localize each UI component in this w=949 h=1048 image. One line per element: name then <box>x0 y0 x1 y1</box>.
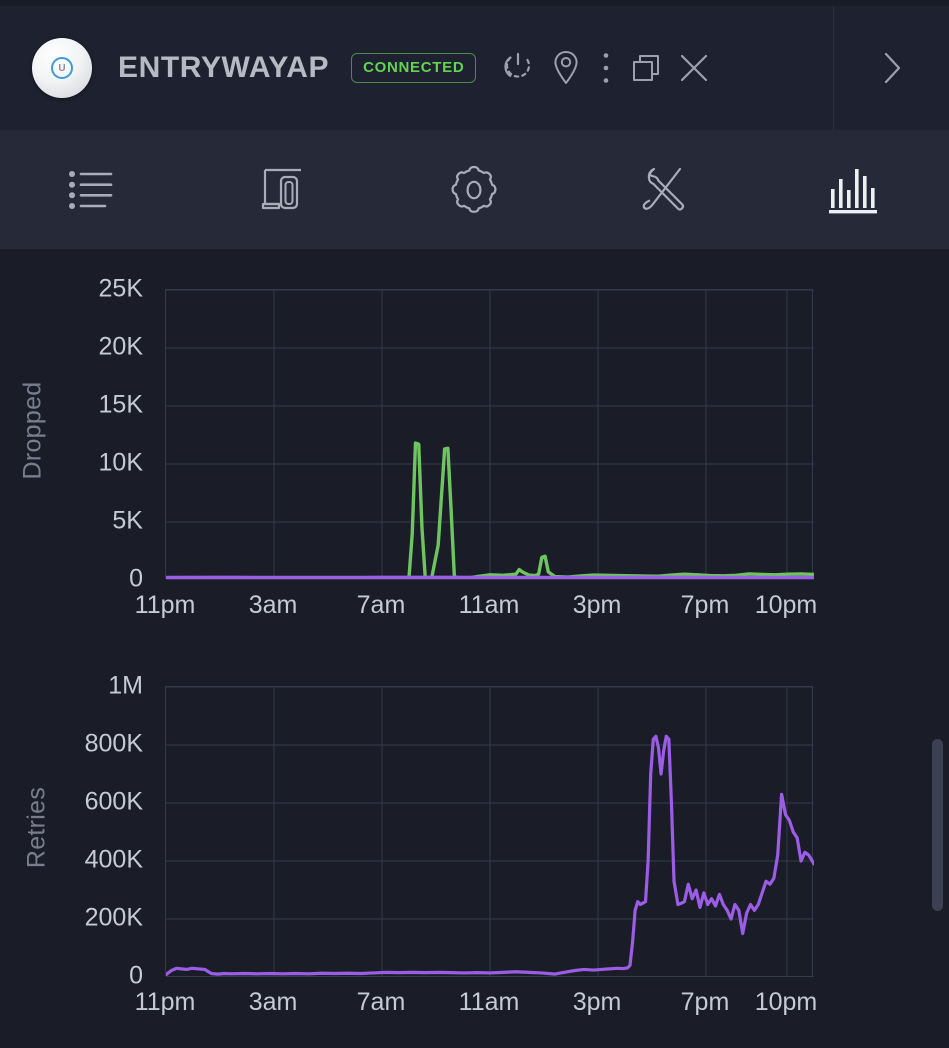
retries-chart-xtick: 11am <box>458 988 520 1016</box>
retries-chart-ytick: 1M <box>108 671 143 700</box>
retries-chart-ytick: 800K <box>84 729 143 758</box>
vertical-scrollbar-thumb[interactable] <box>932 738 943 911</box>
device-avatar: U <box>32 38 92 98</box>
dropped-chart-ytick: 0 <box>129 564 143 593</box>
devices-icon <box>261 168 301 209</box>
retries-chart-xtick: 11pm <box>134 988 196 1016</box>
list-icon <box>68 170 113 209</box>
device-header: U ENTRYWAYAP CONNECTED <box>0 6 949 130</box>
header-icon-group <box>494 41 718 95</box>
tab-tools[interactable] <box>569 130 759 249</box>
status-badge: CONNECTED <box>351 53 477 83</box>
device-header-main: U ENTRYWAYAP CONNECTED <box>0 6 833 130</box>
dropped-chart-canvas <box>166 290 814 580</box>
location-pin-icon[interactable] <box>542 41 590 95</box>
tab-clients[interactable] <box>190 130 380 249</box>
dropped-chart-xtick: 7pm <box>680 591 730 619</box>
tab-details[interactable] <box>0 130 190 249</box>
device-statistics-panel: U ENTRYWAYAP CONNECTED Dropped 0 5K 10K … <box>0 0 949 1048</box>
statistics-charts: Dropped 0 5K 10K 15K 20K 25K 11pm 3am 7am 11am 3p… <box>0 251 949 1048</box>
dropped-chart-ytick: 5K <box>112 506 143 535</box>
bar-chart-icon <box>829 168 878 213</box>
copy-window-icon[interactable] <box>622 41 670 95</box>
retries-chart-ytick: 200K <box>84 903 143 932</box>
dropped-plot-area <box>165 289 814 580</box>
retries-chart-ytick: 400K <box>84 845 143 874</box>
dropped-chart: Dropped 0 5K 10K 15K 20K 25K 11pm 3am 7am 11am 3p… <box>0 251 949 651</box>
retries-plot-area <box>165 686 814 977</box>
dropped-chart-ytick: 25K <box>98 274 143 303</box>
retries-chart-xtick: 10pm <box>754 988 818 1016</box>
retries-chart-xtick: 7am <box>356 988 406 1016</box>
dropped-chart-xtick: 3am <box>248 591 298 619</box>
dropped-chart-xtick: 3pm <box>572 591 622 619</box>
retries-chart-xtick: 3am <box>248 988 298 1016</box>
dropped-chart-xtick: 7am <box>356 591 406 619</box>
retries-chart-ytick: 0 <box>129 961 143 990</box>
chevron-right-icon <box>884 52 900 84</box>
tab-statistics[interactable] <box>759 130 949 249</box>
close-icon[interactable] <box>670 41 718 95</box>
retries-chart-ytick: 600K <box>84 787 143 816</box>
retries-chart: Retries 0 200K 400K 600K 800K 1M 11pm 3am 7am 11… <box>0 651 949 1048</box>
retries-chart-canvas <box>166 687 814 977</box>
device-name: ENTRYWAYAP <box>118 51 330 84</box>
vertical-scrollbar-track[interactable] <box>925 251 949 1048</box>
device-tab-bar <box>0 130 949 250</box>
tools-icon <box>642 167 685 211</box>
unifi-logo-icon: U <box>51 57 73 79</box>
dropped-chart-ytick: 10K <box>98 448 143 477</box>
dropped-chart-ytick: 15K <box>98 390 143 419</box>
dropped-chart-xtick: 11am <box>458 591 520 619</box>
retries-chart-xtick: 3pm <box>572 988 622 1016</box>
more-vertical-icon[interactable] <box>590 41 622 95</box>
expand-panel-button[interactable] <box>833 6 949 130</box>
dropped-chart-xtick: 11pm <box>134 591 196 619</box>
power-icon[interactable] <box>494 41 542 95</box>
retries-chart-xtick: 7pm <box>680 988 730 1016</box>
gear-icon <box>451 165 497 213</box>
dropped-chart-ytick: 20K <box>98 332 143 361</box>
tab-settings[interactable] <box>380 130 570 249</box>
dropped-chart-xtick: 10pm <box>754 591 818 619</box>
